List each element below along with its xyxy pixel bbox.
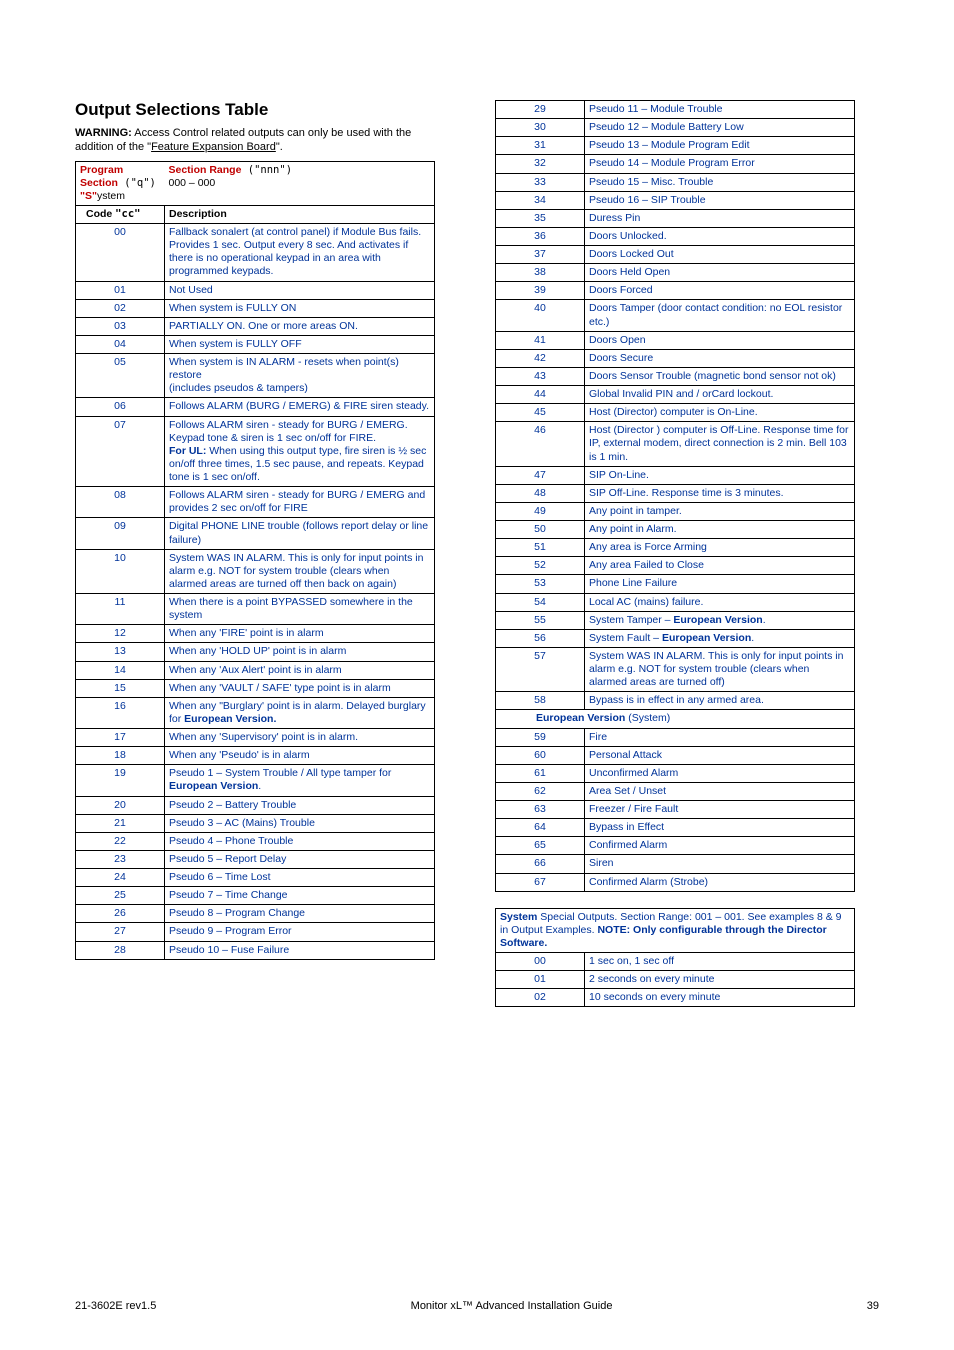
table-row: 11When there is a point BYPASSED somewhe…: [76, 594, 435, 625]
table-row: 03PARTIALLY ON. One or more areas ON.: [76, 317, 435, 335]
table-row: 47SIP On-Line.: [496, 466, 855, 484]
table-row: 24Pseudo 6 – Time Lost: [76, 869, 435, 887]
table-row: 0210 seconds on every minute: [496, 989, 855, 1007]
table-row: 54Local AC (mains) failure.: [496, 593, 855, 611]
table-row: 12When any 'FIRE' point is in alarm: [76, 625, 435, 643]
section-heading: Output Selections Table: [75, 100, 435, 120]
footer-left: 21-3602E rev1.5: [75, 1300, 156, 1312]
table-row: 51Any area is Force Arming: [496, 539, 855, 557]
table-row: 00Fallback sonalert (at control panel) i…: [76, 224, 435, 282]
table-row: 15When any 'VAULT / SAFE' type point is …: [76, 679, 435, 697]
page-footer: 21-3602E rev1.5 Monitor xL™ Advanced Ins…: [75, 1300, 879, 1312]
table-row: 05When system is IN ALARM - resets when …: [76, 354, 435, 398]
table-row: 22Pseudo 4 – Phone Trouble: [76, 832, 435, 850]
table-row: 59Fire: [496, 728, 855, 746]
table-row: 39Doors Forced: [496, 282, 855, 300]
table-row: 13When any 'HOLD UP' point is in alarm: [76, 643, 435, 661]
table-row: 62Area Set / Unset: [496, 782, 855, 800]
table-row: 57System WAS IN ALARM. This is only for …: [496, 647, 855, 691]
table-row: 012 seconds on every minute: [496, 971, 855, 989]
table-row: 55System Tamper – European Version.: [496, 611, 855, 629]
table-row: 37Doors Locked Out: [496, 246, 855, 264]
table-row: 36Doors Unlocked.: [496, 227, 855, 245]
table-row: 53Phone Line Failure: [496, 575, 855, 593]
table-row: 09Digital PHONE LINE trouble (follows re…: [76, 518, 435, 549]
table-row: 46Host (Director ) computer is Off-Line.…: [496, 422, 855, 466]
table-row: 28Pseudo 10 – Fuse Failure: [76, 941, 435, 959]
left-column: Output Selections Table WARNING: Access …: [75, 100, 435, 1007]
table-row: 58Bypass is in effect in any armed area.: [496, 692, 855, 710]
table-row: 16When any "Burglary' point is in alarm.…: [76, 697, 435, 728]
table-row: 38Doors Held Open: [496, 264, 855, 282]
table-row: 65Confirmed Alarm: [496, 837, 855, 855]
table-row: 66Siren: [496, 855, 855, 873]
table-row: 52Any area Failed to Close: [496, 557, 855, 575]
table-row: 33Pseudo 15 – Misc. Trouble: [496, 173, 855, 191]
table-row: 14When any 'Aux Alert' point is in alarm: [76, 661, 435, 679]
table-row: 42Doors Secure: [496, 349, 855, 367]
table-row: 21Pseudo 3 – AC (Mains) Trouble: [76, 814, 435, 832]
table-row: 17When any 'Supervisory' point is in ala…: [76, 729, 435, 747]
table-row: 01Not Used: [76, 281, 435, 299]
table-row: 23Pseudo 5 – Report Delay: [76, 850, 435, 868]
table-row: 43Doors Sensor Trouble (magnetic bond se…: [496, 367, 855, 385]
table-row: 67Confirmed Alarm (Strobe): [496, 873, 855, 891]
table-row: 40Doors Tamper (door contact condition: …: [496, 300, 855, 331]
table-row: 45Host (Director) computer is On-Line.: [496, 404, 855, 422]
table-row: 07Follows ALARM siren - steady for BURG …: [76, 416, 435, 487]
table-row: 25Pseudo 7 – Time Change: [76, 887, 435, 905]
table-row: 08Follows ALARM siren - steady for BURG …: [76, 487, 435, 518]
table-row: 63Freezer / Fire Fault: [496, 801, 855, 819]
table-row: 02When system is FULLY ON: [76, 299, 435, 317]
table-row: 31Pseudo 13 – Module Program Edit: [496, 137, 855, 155]
footer-right: 39: [867, 1300, 879, 1312]
table-row: 19Pseudo 1 – System Trouble / All type t…: [76, 765, 435, 796]
table-row: 32Pseudo 14 – Module Program Error: [496, 155, 855, 173]
table-row: 56System Fault – European Version.: [496, 629, 855, 647]
table-row: 30Pseudo 12 – Module Battery Low: [496, 119, 855, 137]
table-row: 20Pseudo 2 – Battery Trouble: [76, 796, 435, 814]
table-row: 10System WAS IN ALARM. This is only for …: [76, 549, 435, 593]
table-row: 61Unconfirmed Alarm: [496, 764, 855, 782]
right-column: 29Pseudo 11 – Module Trouble30Pseudo 12 …: [495, 100, 855, 1007]
footer-center: Monitor xL™ Advanced Installation Guide: [411, 1300, 613, 1312]
table-row: 04When system is FULLY OFF: [76, 335, 435, 353]
output-table-right: 29Pseudo 11 – Module Trouble30Pseudo 12 …: [495, 100, 855, 892]
table-row: 48SIP Off-Line. Response time is 3 minut…: [496, 484, 855, 502]
table-row: 44Global Invalid PIN and / orCard lockou…: [496, 386, 855, 404]
table-row: 49Any point in tamper.: [496, 502, 855, 520]
table-row: 26Pseudo 8 – Program Change: [76, 905, 435, 923]
table-row: 35Duress Pin: [496, 209, 855, 227]
table-row: 06Follows ALARM (BURG / EMERG) & FIRE si…: [76, 398, 435, 416]
table-row: 64Bypass in Effect: [496, 819, 855, 837]
table-row: 001 sec on, 1 sec off: [496, 953, 855, 971]
table-row: 41Doors Open: [496, 331, 855, 349]
table-row: 27Pseudo 9 – Program Error: [76, 923, 435, 941]
system-special-outputs-table: System Special Outputs. Section Range: 0…: [495, 908, 855, 1008]
table-row: 29Pseudo 11 – Module Trouble: [496, 101, 855, 119]
table-row: 60Personal Attack: [496, 746, 855, 764]
table-row: 50Any point in Alarm.: [496, 521, 855, 539]
table-row: 18When any 'Pseudo' is in alarm: [76, 747, 435, 765]
table-row: 34Pseudo 16 – SIP Trouble: [496, 191, 855, 209]
warning-text: WARNING: Access Control related outputs …: [75, 126, 435, 155]
output-table-left: Program Section ("q") "S"ystem Section R…: [75, 161, 435, 960]
